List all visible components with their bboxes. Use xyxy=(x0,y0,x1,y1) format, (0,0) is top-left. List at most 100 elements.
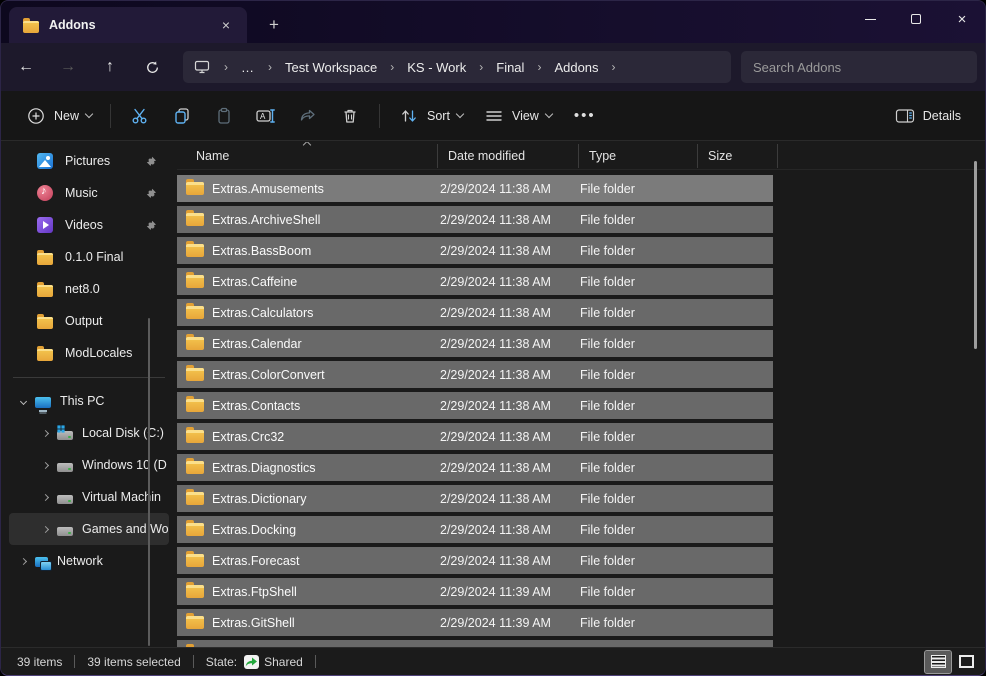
breadcrumb-item[interactable]: KS - Work xyxy=(403,57,470,78)
file-row[interactable]: Extras.Contacts 2/29/2024 11:38 AM File … xyxy=(177,392,773,419)
status-bar: 39 items 39 items selected State: Shared xyxy=(1,647,985,675)
search-box[interactable] xyxy=(741,51,977,83)
trash-icon xyxy=(339,105,361,127)
tree-item[interactable]: This PC xyxy=(9,385,169,417)
delete-button[interactable] xyxy=(329,98,371,134)
breadcrumb-overflow[interactable]: … xyxy=(237,57,259,78)
cut-button[interactable] xyxy=(119,98,161,134)
file-list-scrollbar[interactable] xyxy=(974,161,977,349)
rename-button[interactable]: A xyxy=(245,98,287,134)
expand-chevron-icon[interactable] xyxy=(13,399,33,404)
tree-item-label: Games and Wo xyxy=(82,522,169,536)
see-more-button[interactable]: ••• xyxy=(562,107,608,124)
tab-close-icon[interactable]: × xyxy=(215,14,237,36)
file-row[interactable]: Extras.Calculators 2/29/2024 11:38 AM Fi… xyxy=(177,299,773,326)
up-button[interactable]: ↑ xyxy=(93,50,127,84)
file-row[interactable]: Extras.Docking 2/29/2024 11:38 AM File f… xyxy=(177,516,773,543)
column-header-size[interactable]: Size xyxy=(698,146,778,166)
refresh-button[interactable] xyxy=(135,50,169,84)
folder-icon xyxy=(23,21,39,33)
column-header-name[interactable]: Name xyxy=(177,146,438,166)
minimize-button[interactable] xyxy=(847,1,893,37)
tree-item-icon xyxy=(57,527,73,536)
sidebar-item-label: Music xyxy=(65,186,98,200)
file-name: Extras.ColorConvert xyxy=(212,368,440,382)
sidebar-item[interactable]: Music xyxy=(9,177,169,209)
chevron-right-icon: › xyxy=(528,60,550,74)
tree-item[interactable]: Network xyxy=(9,545,169,577)
sidebar-item[interactable]: Videos xyxy=(9,209,169,241)
search-input[interactable] xyxy=(753,60,965,75)
column-header-date[interactable]: Date modified xyxy=(438,146,579,166)
sidebar-item[interactable]: Pictures xyxy=(9,145,169,177)
file-type: File folder xyxy=(580,368,698,382)
view-button[interactable]: View xyxy=(473,98,562,134)
tab-addons[interactable]: Addons × xyxy=(9,7,247,43)
new-button-label: New xyxy=(54,109,79,123)
expand-chevron-icon[interactable] xyxy=(35,463,55,468)
file-row[interactable]: Extras.ColorConvert 2/29/2024 11:38 AM F… xyxy=(177,361,773,388)
tree-item[interactable]: Local Disk (C:) xyxy=(9,417,169,449)
chevron-right-icon: › xyxy=(259,60,281,74)
tree-item-icon xyxy=(35,397,51,408)
breadcrumb-item[interactable]: Test Workspace xyxy=(281,57,381,78)
file-list: Extras.Amusements 2/29/2024 11:38 AM Fil… xyxy=(177,175,985,647)
paste-button[interactable] xyxy=(203,98,245,134)
tab-label: Addons xyxy=(49,18,215,32)
breadcrumb-item[interactable]: Final xyxy=(492,57,528,78)
details-view-toggle[interactable] xyxy=(925,651,951,673)
file-row[interactable]: Extras.BassBoom 2/29/2024 11:38 AM File … xyxy=(177,237,773,264)
pin-icon xyxy=(146,188,157,199)
sort-button[interactable]: Sort xyxy=(388,98,473,134)
this-pc-icon[interactable] xyxy=(189,60,215,74)
file-date-modified: 2/29/2024 11:38 AM xyxy=(440,244,580,258)
column-header-type[interactable]: Type xyxy=(579,146,698,166)
file-row[interactable]: Extras.Forecast 2/29/2024 11:38 AM File … xyxy=(177,547,773,574)
back-button[interactable]: ← xyxy=(9,50,43,84)
sidebar-item-icon xyxy=(37,185,53,201)
rename-icon: A xyxy=(255,105,277,127)
forward-button[interactable]: → xyxy=(51,50,85,84)
expand-chevron-icon[interactable] xyxy=(35,495,55,500)
new-tab-button[interactable]: + xyxy=(259,10,289,40)
file-row[interactable]: Extras.GitShell 2/29/2024 11:39 AM File … xyxy=(177,609,773,636)
tree-item[interactable]: Virtual Machin xyxy=(9,481,169,513)
sidebar-item[interactable]: Output xyxy=(9,305,169,337)
sidebar-item[interactable]: ModLocales xyxy=(9,337,169,369)
sidebar-item-label: Output xyxy=(65,314,103,328)
sidebar-item[interactable]: net8.0 xyxy=(9,273,169,305)
file-date-modified: 2/29/2024 11:38 AM xyxy=(440,399,580,413)
file-row[interactable]: Extras.Dictionary 2/29/2024 11:38 AM Fil… xyxy=(177,485,773,512)
expand-chevron-icon[interactable] xyxy=(35,431,55,436)
title-bar: Addons × + × xyxy=(1,1,985,43)
tree-item[interactable]: Games and Wo xyxy=(9,513,169,545)
close-button[interactable]: × xyxy=(939,1,985,37)
sidebar-scrollbar[interactable] xyxy=(148,318,150,646)
new-button[interactable]: New xyxy=(15,98,102,134)
sidebar-item-label: 0.1.0 Final xyxy=(65,250,123,264)
file-date-modified: 2/29/2024 11:38 AM xyxy=(440,213,580,227)
file-row[interactable]: Extras.Calendar 2/29/2024 11:38 AM File … xyxy=(177,330,773,357)
tree-item[interactable]: Windows 10 (D xyxy=(9,449,169,481)
sidebar-item-icon xyxy=(37,349,53,361)
state-label: State: xyxy=(206,655,237,669)
expand-chevron-icon[interactable] xyxy=(35,527,55,532)
file-row[interactable]: Extras.Diagnostics 2/29/2024 11:38 AM Fi… xyxy=(177,454,773,481)
breadcrumb-item[interactable]: Addons xyxy=(550,57,602,78)
icons-view-toggle[interactable] xyxy=(953,651,979,673)
file-row[interactable]: Extras.Amusements 2/29/2024 11:38 AM Fil… xyxy=(177,175,773,202)
expand-chevron-icon[interactable] xyxy=(13,559,33,564)
share-button[interactable] xyxy=(287,98,329,134)
file-row[interactable]: Extras.ArchiveShell 2/29/2024 11:38 AM F… xyxy=(177,206,773,233)
copy-button[interactable] xyxy=(161,98,203,134)
file-row[interactable]: Extras.Caffeine 2/29/2024 11:38 AM File … xyxy=(177,268,773,295)
file-type: File folder xyxy=(580,306,698,320)
maximize-button[interactable] xyxy=(893,1,939,37)
file-date-modified: 2/29/2024 11:38 AM xyxy=(440,182,580,196)
file-row[interactable]: Extras.Crc32 2/29/2024 11:38 AM File fol… xyxy=(177,423,773,450)
folder-icon xyxy=(186,337,204,350)
sidebar-item[interactable]: 0.1.0 Final xyxy=(9,241,169,273)
details-button[interactable]: Details xyxy=(884,98,971,134)
file-row[interactable]: Extras.FtpShell 2/29/2024 11:39 AM File … xyxy=(177,578,773,605)
file-row[interactable]: Extras.HttpShell 2/29/2024 11:39 AM File… xyxy=(177,640,773,647)
